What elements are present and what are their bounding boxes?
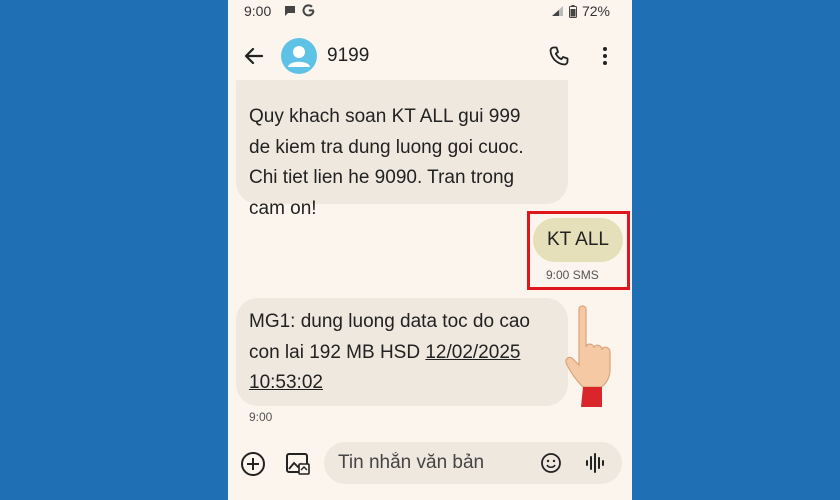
message-input-container[interactable] xyxy=(324,442,622,484)
time-link[interactable]: 10:53:02 xyxy=(249,372,323,393)
message-line: Quy khach soan KT ALL gui 999 xyxy=(249,106,521,127)
signal-icon xyxy=(551,6,563,16)
add-circle-icon[interactable] xyxy=(240,451,266,477)
more-vertical-icon[interactable] xyxy=(593,44,617,68)
date-link[interactable]: 12/02/2025 xyxy=(425,342,520,363)
status-time: 9:00 xyxy=(244,3,272,19)
phone-icon[interactable] xyxy=(547,44,571,68)
incoming-message-bubble[interactable]: Quy khach soan KT ALL gui 999 de kiem tr… xyxy=(236,62,568,219)
chat-icon xyxy=(285,6,295,16)
message-line: de kiem tra dung luong goi cuoc. xyxy=(249,136,524,158)
highlight-box xyxy=(527,211,630,290)
avatar[interactable] xyxy=(281,38,317,74)
status-right: 72% xyxy=(551,3,610,19)
message-line: cam on! xyxy=(249,197,317,219)
composer-bar xyxy=(228,436,632,492)
contact-name[interactable]: 9199 xyxy=(327,45,369,67)
message-line: con lai 192 MB HSD 12/02/2025 xyxy=(249,338,554,369)
app-bar: 9199 xyxy=(228,34,632,80)
message-line: Chi tiet lien he 9090. Tran trong xyxy=(249,167,515,188)
message-input[interactable] xyxy=(338,450,528,476)
pointing-hand-icon xyxy=(565,305,611,407)
status-bar: 9:00 72% xyxy=(228,0,632,24)
message-line: 10:53:02 xyxy=(249,368,554,399)
message-line: MG1: dung luong data toc do cao xyxy=(249,311,530,332)
battery-level: 72% xyxy=(581,3,610,19)
back-arrow-icon[interactable] xyxy=(242,44,266,68)
google-icon xyxy=(302,4,315,17)
incoming-message-bubble[interactable]: MG1: dung luong data toc do cao con lai … xyxy=(236,298,568,406)
gallery-icon[interactable] xyxy=(284,450,310,476)
phone-screen: Quy khach soan KT ALL gui 999 de kiem tr… xyxy=(228,0,632,500)
voice-icon[interactable] xyxy=(584,452,606,474)
incoming-message-meta: 9:00 xyxy=(249,410,273,424)
status-icons xyxy=(284,4,315,17)
person-icon xyxy=(288,46,310,67)
emoji-icon[interactable] xyxy=(540,452,562,474)
battery-icon xyxy=(568,4,577,18)
message-text: con lai 192 MB HSD xyxy=(249,341,426,363)
